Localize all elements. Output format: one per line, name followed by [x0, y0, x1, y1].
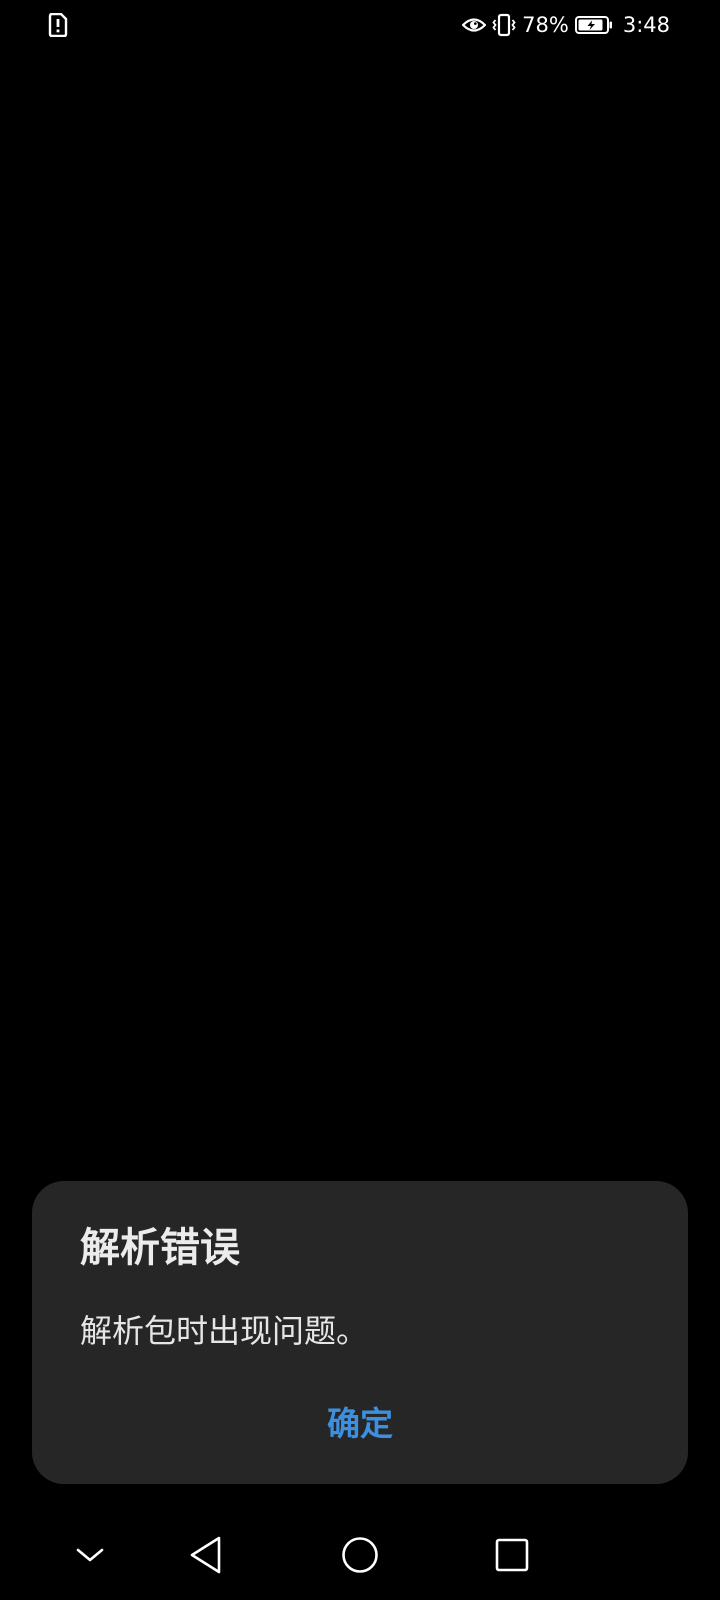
home-icon[interactable] — [337, 1532, 383, 1578]
dialog-title: 解析错误 — [80, 1225, 240, 1271]
battery-percent: 78% — [522, 13, 569, 37]
status-clock: 3:48 — [622, 13, 670, 37]
notification-alert-icon — [47, 13, 69, 37]
eye-comfort-icon — [462, 16, 487, 34]
battery-charging-icon — [574, 15, 613, 35]
status-bar-right: 78% 3:48 — [462, 9, 670, 41]
screen: 78% 3:48 解析错误 解析包时出现问题。 确定 — [0, 0, 720, 1600]
confirm-button[interactable]: 确定 — [260, 1394, 460, 1454]
hide-nav-chevron-icon[interactable] — [67, 1532, 113, 1578]
back-icon[interactable] — [183, 1532, 229, 1578]
status-bar: 78% 3:48 — [0, 0, 720, 50]
navigation-bar — [0, 1510, 720, 1600]
recents-icon[interactable] — [489, 1532, 535, 1578]
dialog-message: 解析包时出现问题。 — [80, 1312, 369, 1350]
parse-error-dialog: 解析错误 解析包时出现问题。 确定 — [32, 1181, 688, 1484]
vibrate-icon — [492, 13, 516, 37]
